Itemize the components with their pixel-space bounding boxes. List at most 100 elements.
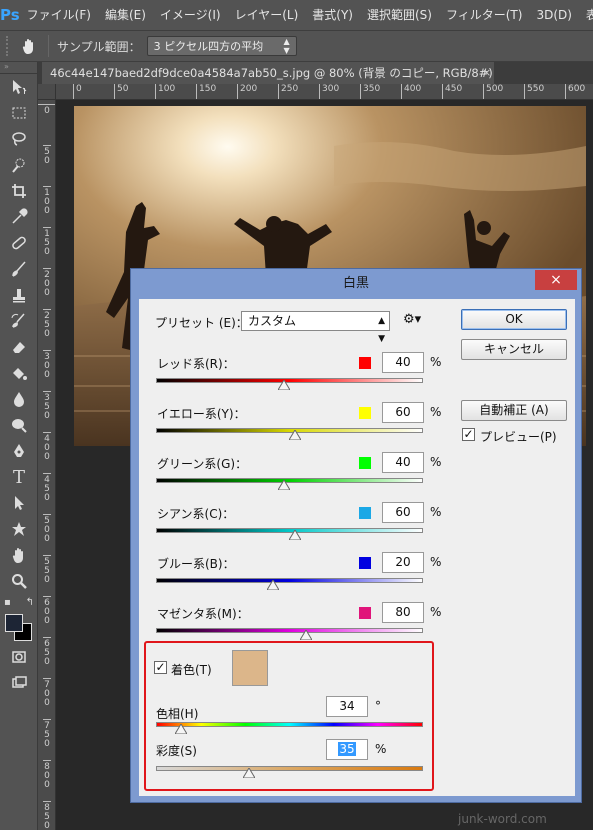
ruler-label: 1 0 0 — [43, 186, 51, 216]
ruler-label: 50 — [114, 84, 128, 99]
hand-tool-icon[interactable] — [0, 542, 38, 568]
document-close-icon[interactable]: × — [482, 62, 491, 84]
ruler-label: 6 0 0 — [43, 596, 51, 626]
preset-select[interactable]: カスタム ▲ ▼ — [241, 311, 390, 344]
magenta-swatch — [359, 607, 371, 619]
menubar: Ps ファイル(F) 編集(E) イメージ(I) レイヤー(L) 書式(Y) 選… — [0, 0, 593, 30]
type-tool-icon[interactable]: T — [0, 464, 38, 490]
ruler-label: 8 5 0 — [43, 801, 51, 830]
brush-tool-icon[interactable] — [0, 256, 38, 282]
screen-mode-icon[interactable] — [0, 670, 38, 696]
menu-edit[interactable]: 編集(E) — [98, 0, 153, 30]
tint-checkbox[interactable]: ✓ — [154, 661, 167, 674]
hue-input[interactable]: 34 — [326, 696, 368, 717]
magenta-label: マゼンタ系(M)： — [157, 607, 249, 621]
zoom-tool-icon[interactable] — [0, 568, 38, 594]
ok-button[interactable]: OK — [461, 309, 567, 330]
document-tab[interactable]: 46c44e147baed2df9dce0a4584a7ab50_s.jpg @… — [42, 62, 494, 84]
menu-type[interactable]: 書式(Y) — [305, 0, 360, 30]
marquee-tool-icon[interactable] — [0, 100, 38, 126]
move-tool-icon[interactable] — [0, 74, 38, 100]
ruler-corner[interactable] — [38, 84, 56, 100]
vertical-ruler[interactable]: 0 5 0 1 0 0 1 5 0 2 0 0 2 5 0 3 0 0 3 5 … — [38, 100, 56, 830]
eraser-tool-icon[interactable] — [0, 334, 38, 360]
blue-input[interactable]: 20 — [382, 552, 424, 573]
yellow-label: イエロー系(Y)： — [157, 407, 246, 421]
black-and-white-dialog: 白黒 × プリセット (E)： カスタム ▲ ▼ ⚙▾ OK キャンセル 自動補正… — [130, 268, 582, 803]
crop-tool-icon[interactable] — [0, 178, 38, 204]
default-colors-icon[interactable]: ▪ — [4, 597, 11, 608]
cyan-input[interactable]: 60 — [382, 502, 424, 523]
ruler-label: 250 — [278, 84, 298, 99]
tool-panel: » T ▪ ↰ — [0, 62, 38, 830]
ruler-label: 3 0 0 — [43, 350, 51, 380]
dialog-title[interactable]: 白黒 — [131, 269, 581, 299]
ruler-label: 450 — [442, 84, 462, 99]
foreground-color-swatch[interactable] — [5, 614, 23, 632]
paint-bucket-tool-icon[interactable] — [0, 360, 38, 386]
red-input[interactable]: 40 — [382, 352, 424, 373]
menu-3d[interactable]: 3D(D) — [529, 0, 578, 30]
swap-arrow-icon[interactable]: ↰ — [26, 597, 34, 608]
preset-options-gear-icon[interactable]: ⚙▾ — [403, 312, 421, 327]
ruler-label: 3 5 0 — [43, 391, 51, 421]
auto-button[interactable]: 自動補正 (A) — [461, 400, 567, 421]
percent-label: % — [430, 505, 442, 519]
dialog-body: プリセット (E)： カスタム ▲ ▼ ⚙▾ OK キャンセル 自動補正 (A) … — [139, 299, 575, 796]
menu-view[interactable]: 表示 — [579, 0, 593, 30]
healing-brush-tool-icon[interactable] — [0, 230, 38, 256]
menu-filter[interactable]: フィルター(T) — [439, 0, 529, 30]
ruler-label: 4 0 0 — [43, 432, 51, 462]
dialog-close-button[interactable]: × — [535, 270, 577, 290]
blue-slider-track[interactable] — [156, 578, 423, 583]
ruler-label: 300 — [319, 84, 339, 99]
dodge-tool-icon[interactable] — [0, 412, 38, 438]
ruler-label: 7 0 0 — [43, 678, 51, 708]
path-selection-tool-icon[interactable] — [0, 490, 38, 516]
swap-colors-icon[interactable]: ▪ ↰ — [0, 594, 38, 610]
quick-selection-tool-icon[interactable] — [0, 152, 38, 178]
clone-stamp-tool-icon[interactable] — [0, 282, 38, 308]
hand-icon[interactable] — [12, 33, 46, 59]
menu-file[interactable]: ファイル(F) — [20, 0, 98, 30]
pen-tool-icon[interactable] — [0, 438, 38, 464]
saturation-value: 35 — [338, 742, 356, 756]
saturation-slider-track[interactable] — [156, 766, 423, 771]
sample-size-select[interactable]: 3 ピクセル四方の平均 ▲ ▼ — [146, 36, 297, 56]
history-brush-tool-icon[interactable] — [0, 308, 38, 334]
blur-tool-icon[interactable] — [0, 386, 38, 412]
saturation-input[interactable]: 35 — [326, 739, 368, 760]
sample-size-label: サンプル範囲： — [57, 39, 141, 54]
ruler-label: 350 — [360, 84, 380, 99]
tint-color-swatch[interactable] — [232, 650, 268, 686]
quick-mask-icon[interactable] — [0, 644, 38, 670]
green-input[interactable]: 40 — [382, 452, 424, 473]
preview-checkbox[interactable]: ✓ — [462, 428, 475, 441]
yellow-input[interactable]: 60 — [382, 402, 424, 423]
ruler-label: 1 5 0 — [43, 227, 51, 257]
select-arrow-icon: ▲ ▼ — [283, 37, 290, 55]
blue-swatch — [359, 557, 371, 569]
custom-shape-tool-icon[interactable] — [0, 516, 38, 542]
eyedropper-tool-icon[interactable] — [0, 204, 38, 230]
magenta-input[interactable]: 80 — [382, 602, 424, 623]
magenta-slider-track[interactable] — [156, 628, 423, 633]
hue-label: 色相(H) — [156, 707, 199, 721]
ruler-label: 400 — [401, 84, 421, 99]
ruler-label: 4 5 0 — [43, 473, 51, 503]
menu-select[interactable]: 選択範囲(S) — [360, 0, 439, 30]
menu-layer[interactable]: レイヤー(L) — [228, 0, 306, 30]
tool-panel-header[interactable]: » — [0, 62, 37, 74]
ruler-label: 500 — [483, 84, 503, 99]
hue-slider-track[interactable] — [156, 722, 423, 727]
horizontal-ruler[interactable]: 0 50 100 150 200 250 300 350 400 450 500… — [56, 84, 593, 100]
cancel-button[interactable]: キャンセル — [461, 339, 567, 360]
tint-label: 着色(T) — [171, 663, 212, 677]
ruler-label: 600 — [565, 84, 585, 99]
menu-image[interactable]: イメージ(I) — [153, 0, 228, 30]
cyan-swatch — [359, 507, 371, 519]
lasso-tool-icon[interactable] — [0, 126, 38, 152]
color-swatches — [0, 610, 37, 644]
green-swatch — [359, 457, 371, 469]
photoshop-logo: Ps — [0, 6, 20, 24]
